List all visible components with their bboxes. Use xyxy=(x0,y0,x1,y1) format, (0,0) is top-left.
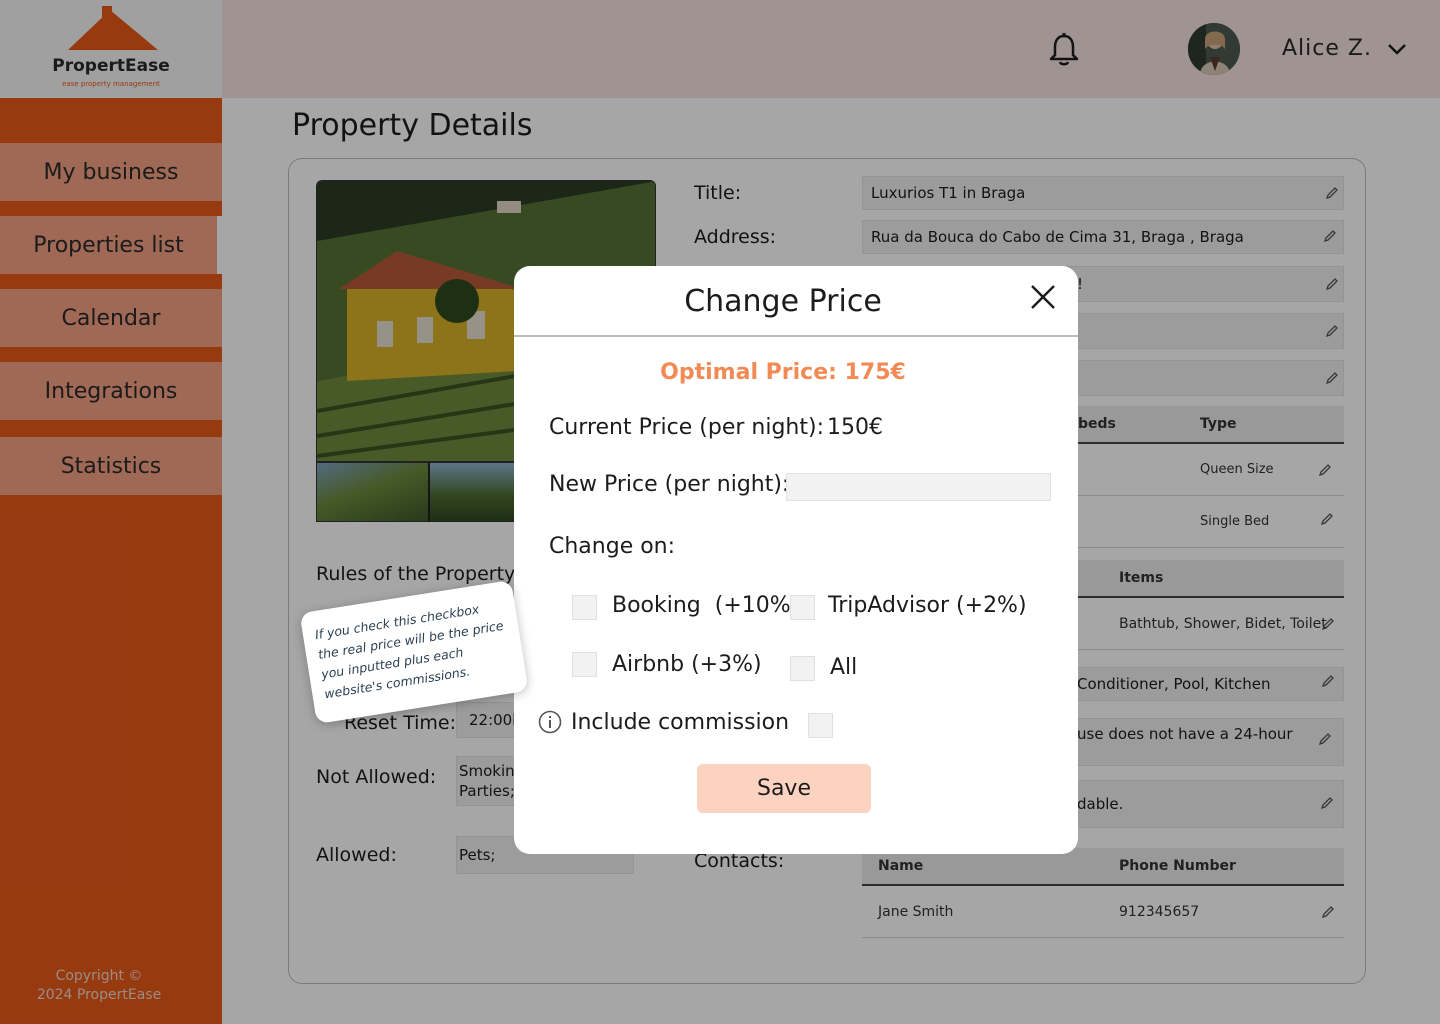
current-price-label: Current Price (per night): xyxy=(549,415,824,440)
tooltip-text: If you check this checkbox the real pric… xyxy=(313,601,505,702)
save-button[interactable]: Save xyxy=(697,764,871,813)
booking-label: Booking (+10%) xyxy=(612,593,800,618)
new-price-input[interactable] xyxy=(786,473,1051,501)
change-price-modal: Change Price Optimal Price: 175€ Current… xyxy=(514,266,1078,854)
modal-title: Change Price xyxy=(684,284,882,319)
airbnb-label: Airbnb (+3%) xyxy=(612,652,762,677)
modal-divider xyxy=(514,335,1078,337)
tripadvisor-label: TripAdvisor (+2%) xyxy=(828,593,1027,618)
airbnb-checkbox[interactable] xyxy=(572,652,597,677)
include-commission-checkbox[interactable] xyxy=(808,713,833,738)
save-button-label: Save xyxy=(756,776,811,801)
optimal-price: Optimal Price: 175€ xyxy=(660,360,906,385)
new-price-label: New Price (per night): xyxy=(549,472,790,497)
current-price-value: 150€ xyxy=(827,415,883,440)
all-checkbox[interactable] xyxy=(790,656,815,681)
include-commission-label: Include commission xyxy=(571,710,790,735)
info-icon[interactable] xyxy=(538,710,562,734)
close-icon[interactable] xyxy=(1028,282,1058,312)
change-on-label: Change on: xyxy=(549,534,676,559)
all-label: All xyxy=(830,655,858,680)
tripadvisor-checkbox[interactable] xyxy=(790,595,815,620)
booking-checkbox[interactable] xyxy=(572,595,597,620)
